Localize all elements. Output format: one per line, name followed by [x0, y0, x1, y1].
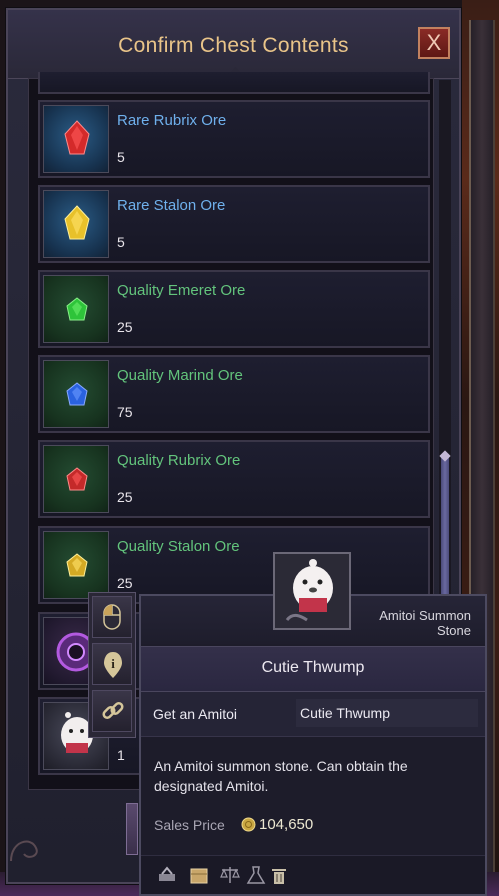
tooltip-name-bar: Cutie Thwump [141, 646, 485, 692]
list-item[interactable]: Quality Marind Ore 75 [38, 355, 430, 433]
item-name: Quality Rubrix Ore [117, 452, 241, 469]
item-thumbnail [43, 275, 109, 343]
item-quantity: 5 [117, 234, 125, 250]
tooltip-item-type: Amitoi Summon Stone [379, 608, 471, 638]
item-quantity: 25 [117, 319, 133, 335]
amitoi-stone-icon [285, 559, 333, 622]
gold-coin-icon [241, 817, 256, 832]
window-title: Confirm Chest Contents [118, 34, 349, 57]
item-tooltip: Amitoi Summon Stone Cutie Thwump Get an … [139, 594, 487, 896]
blue-gem-icon [66, 382, 88, 406]
red-gem-icon [66, 467, 88, 491]
item-thumbnail [43, 531, 109, 599]
context-info-button[interactable]: i [92, 643, 132, 685]
item-thumbnail [43, 445, 109, 513]
partial-button[interactable] [126, 803, 138, 855]
list-item[interactable]: Rare Rubrix Ore 5 [38, 100, 430, 178]
context-link-button[interactable] [92, 690, 132, 732]
item-name: Quality Stalon Ore [117, 538, 240, 555]
item-thumbnail [43, 360, 109, 428]
context-mouse-button[interactable] [92, 596, 132, 638]
item-quantity: 25 [117, 489, 133, 505]
item-quantity: 1 [117, 747, 125, 763]
box-icon [190, 868, 208, 884]
tooltip-item-name: Cutie Thwump [261, 659, 365, 676]
list-item-partial [38, 72, 430, 94]
repair-icon [159, 866, 175, 881]
flask-icon [246, 866, 266, 884]
item-quantity: 5 [117, 149, 125, 165]
list-item[interactable]: Quality Rubrix Ore 25 [38, 440, 430, 518]
item-quantity: 75 [117, 404, 133, 420]
tooltip-get-label: Get an Amitoi [153, 706, 238, 722]
item-name: Rare Stalon Ore [117, 197, 226, 214]
item-name: Quality Marind Ore [117, 367, 243, 384]
tooltip-action-bar [141, 855, 485, 894]
green-gem-icon [66, 297, 88, 321]
item-quantity: 25 [117, 575, 133, 591]
item-thumbnail [43, 105, 109, 173]
context-menu: i [88, 592, 136, 738]
sales-price-label: Sales Price [154, 817, 225, 833]
tooltip-description: An Amitoi summon stone. Can obtain the d… [154, 758, 408, 794]
sales-price-value: 104,650 [259, 816, 314, 833]
item-name: Quality Emeret Ore [117, 282, 246, 299]
decorative-swirl-icon [10, 840, 38, 862]
yellow-gem-icon [66, 553, 88, 577]
item-name: Rare Rubrix Ore [117, 112, 227, 129]
tooltip-get-value: Cutie Thwump [296, 699, 478, 727]
list-item[interactable]: Rare Stalon Ore 5 [38, 185, 430, 263]
svg-text:i: i [111, 656, 115, 671]
red-gem-icon [64, 120, 90, 155]
tooltip-get-row: Get an Amitoi Cutie Thwump [141, 692, 485, 737]
info-icon: i [104, 652, 122, 678]
yellow-gem-icon [64, 205, 90, 240]
close-button[interactable]: X [418, 27, 450, 59]
trash-icon [272, 869, 286, 884]
scales-icon [220, 867, 240, 883]
list-item[interactable]: Quality Emeret Ore 25 [38, 270, 430, 348]
tooltip-item-icon [273, 552, 351, 630]
mouse-icon [103, 604, 121, 630]
item-thumbnail [43, 190, 109, 258]
link-icon [102, 701, 124, 720]
